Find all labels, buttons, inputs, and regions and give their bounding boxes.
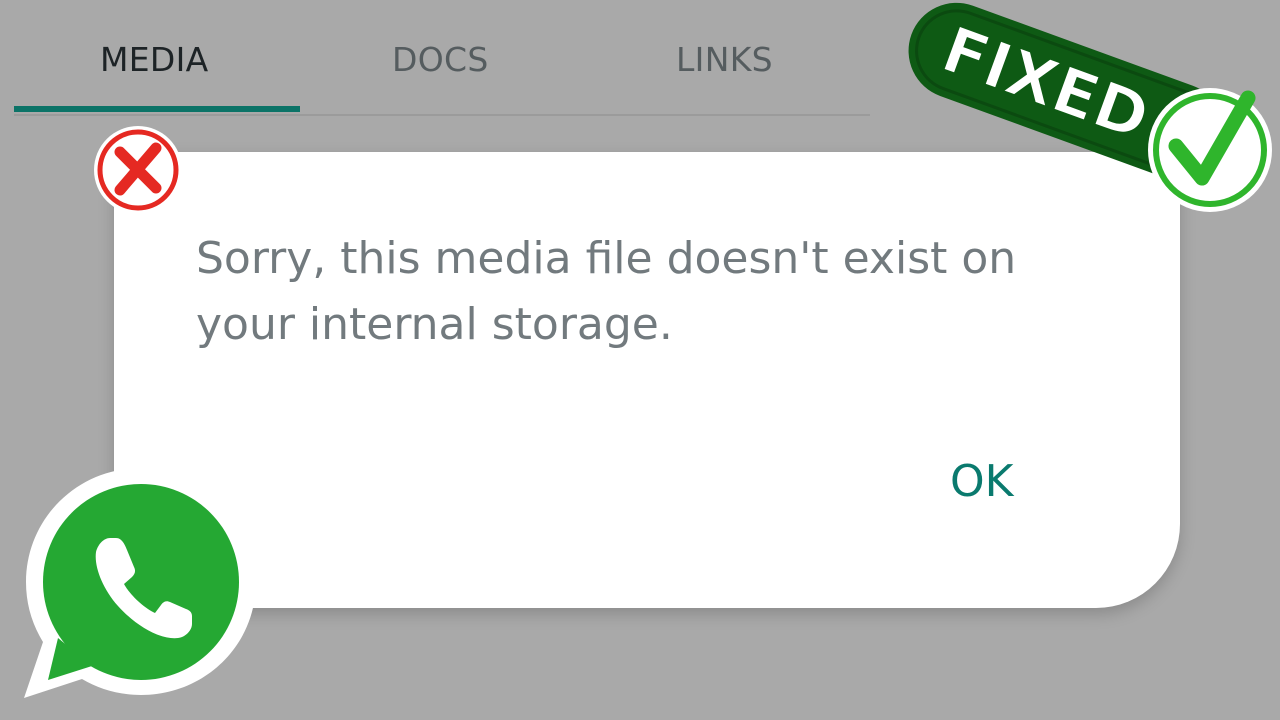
x-mark-icon xyxy=(94,126,182,214)
tab-links[interactable]: LINKS xyxy=(676,40,773,79)
ok-button[interactable]: OK xyxy=(940,452,1024,511)
error-dialog: Sorry, this media file doesn't exist on … xyxy=(114,152,1180,608)
tab-docs[interactable]: DOCS xyxy=(392,40,489,79)
active-tab-indicator xyxy=(14,106,300,112)
whatsapp-logo-icon xyxy=(24,468,256,698)
tab-media[interactable]: MEDIA xyxy=(100,40,209,79)
check-mark-icon xyxy=(1148,88,1272,212)
tab-bar: MEDIA DOCS LINKS xyxy=(14,0,870,116)
dialog-message: Sorry, this media file doesn't exist on … xyxy=(196,233,1017,350)
fixed-badge: FIXED xyxy=(908,2,1272,212)
